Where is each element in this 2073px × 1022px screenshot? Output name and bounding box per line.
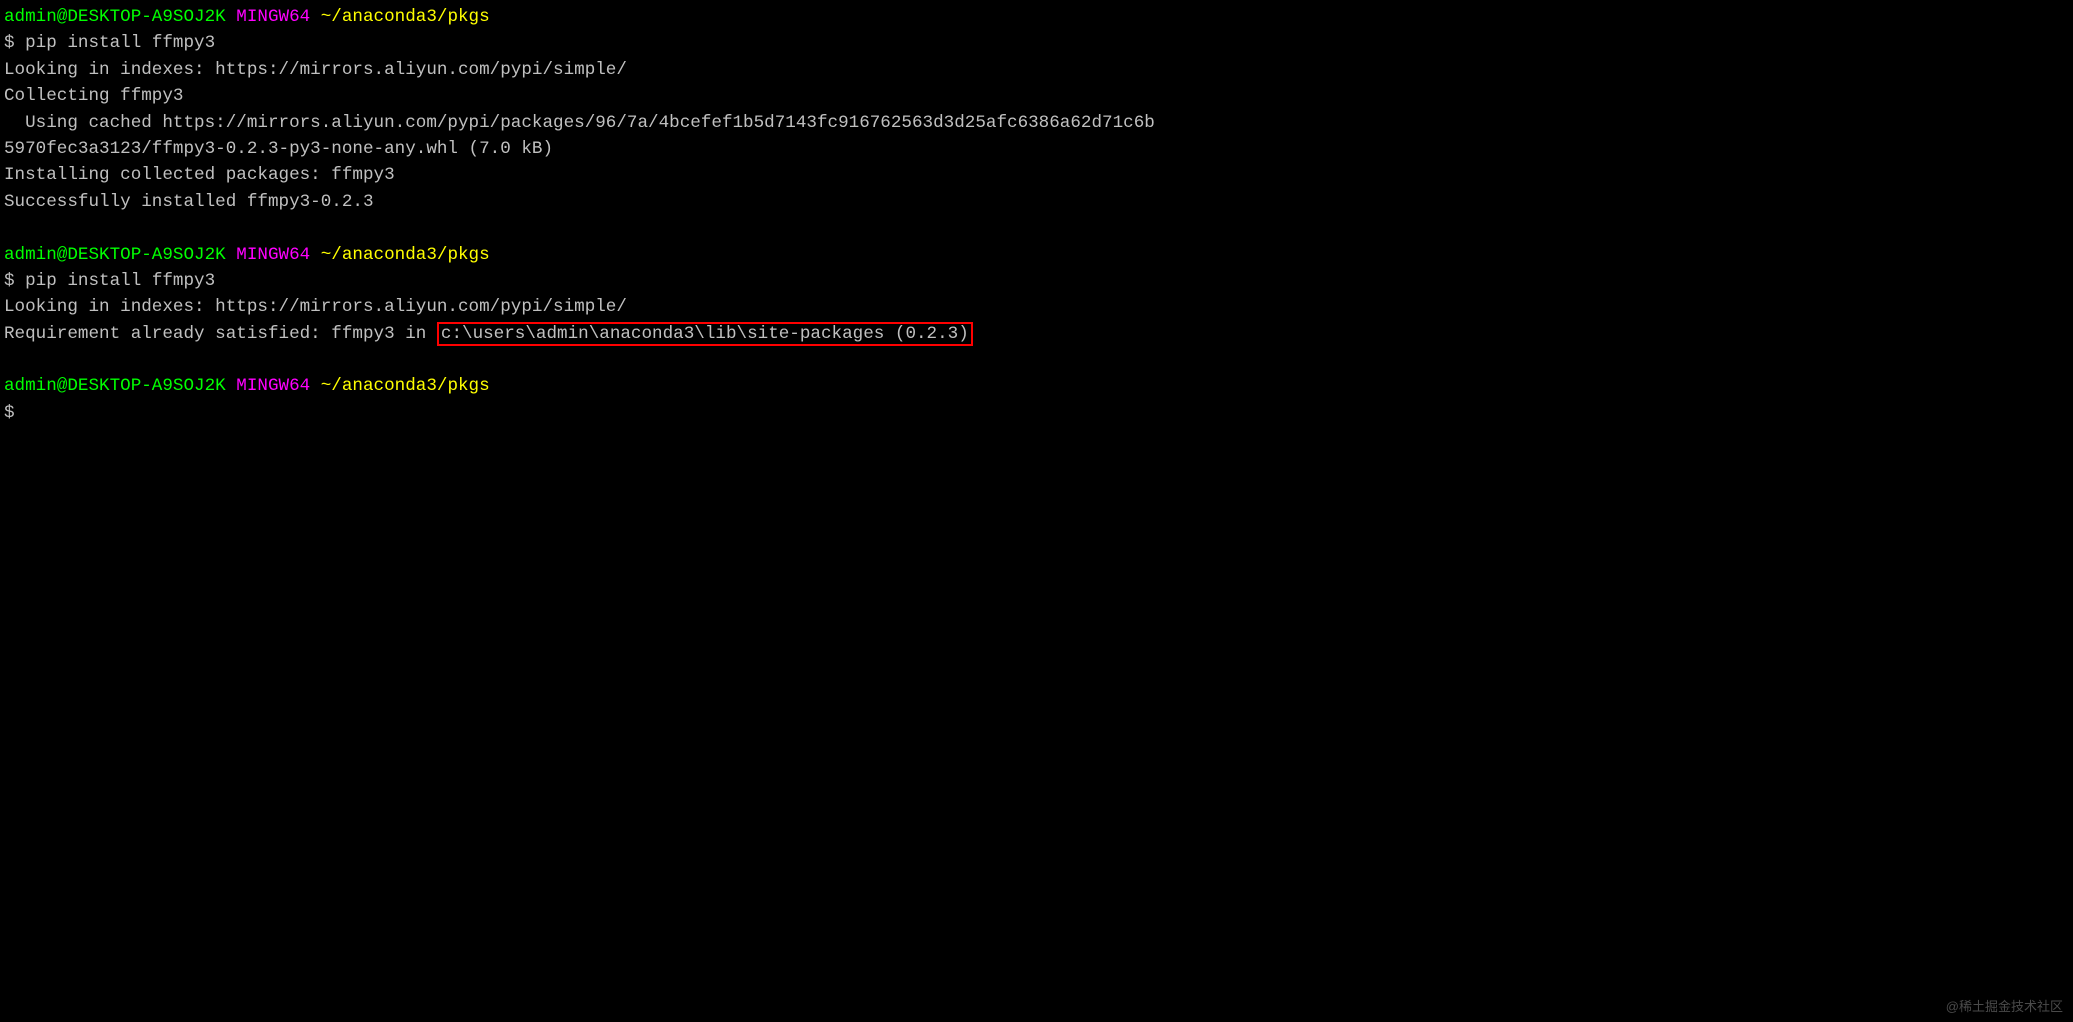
watermark-text: @稀土掘金技术社区 [1946,997,2063,1017]
user-host: admin@DESKTOP-A9SOJ2K [4,245,226,265]
prompt-line-3: admin@DESKTOP-A9SOJ2K MINGW64 ~/anaconda… [4,373,2069,399]
output-line: 5970fec3a3123/ffmpy3-0.2.3-py3-none-any.… [4,136,2069,162]
prompt-symbol-empty[interactable]: $ [4,400,2069,426]
output-line: Looking in indexes: https://mirrors.aliy… [4,294,2069,320]
user-host: admin@DESKTOP-A9SOJ2K [4,376,226,396]
working-dir: ~/anaconda3/pkgs [321,245,490,265]
command-line-2[interactable]: $ pip install ffmpy3 [4,268,2069,294]
shell-name: MINGW64 [236,245,310,265]
output-line: Using cached https://mirrors.aliyun.com/… [4,110,2069,136]
user-host: admin@DESKTOP-A9SOJ2K [4,7,226,27]
command-text: pip install ffmpy3 [25,33,215,53]
output-line: Successfully installed ffmpy3-0.2.3 [4,189,2069,215]
shell-name: MINGW64 [236,376,310,396]
highlighted-path: c:\users\admin\anaconda3\lib\site-packag… [437,322,973,346]
prompt-line-1: admin@DESKTOP-A9SOJ2K MINGW64 ~/anaconda… [4,4,2069,30]
working-dir: ~/anaconda3/pkgs [321,376,490,396]
command-text: pip install ffmpy3 [25,271,215,291]
shell-name: MINGW64 [236,7,310,27]
prompt-line-2: admin@DESKTOP-A9SOJ2K MINGW64 ~/anaconda… [4,242,2069,268]
command-line-1[interactable]: $ pip install ffmpy3 [4,30,2069,56]
prompt-symbol: $ [4,271,25,291]
blank-line [4,215,2069,241]
prompt-symbol: $ [4,33,25,53]
output-line-highlighted: Requirement already satisfied: ffmpy3 in… [4,321,2069,347]
blank-line [4,347,2069,373]
output-line: Collecting ffmpy3 [4,83,2069,109]
output-line: Looking in indexes: https://mirrors.aliy… [4,57,2069,83]
working-dir: ~/anaconda3/pkgs [321,7,490,27]
output-line: Installing collected packages: ffmpy3 [4,162,2069,188]
output-prefix: Requirement already satisfied: ffmpy3 in [4,324,437,344]
